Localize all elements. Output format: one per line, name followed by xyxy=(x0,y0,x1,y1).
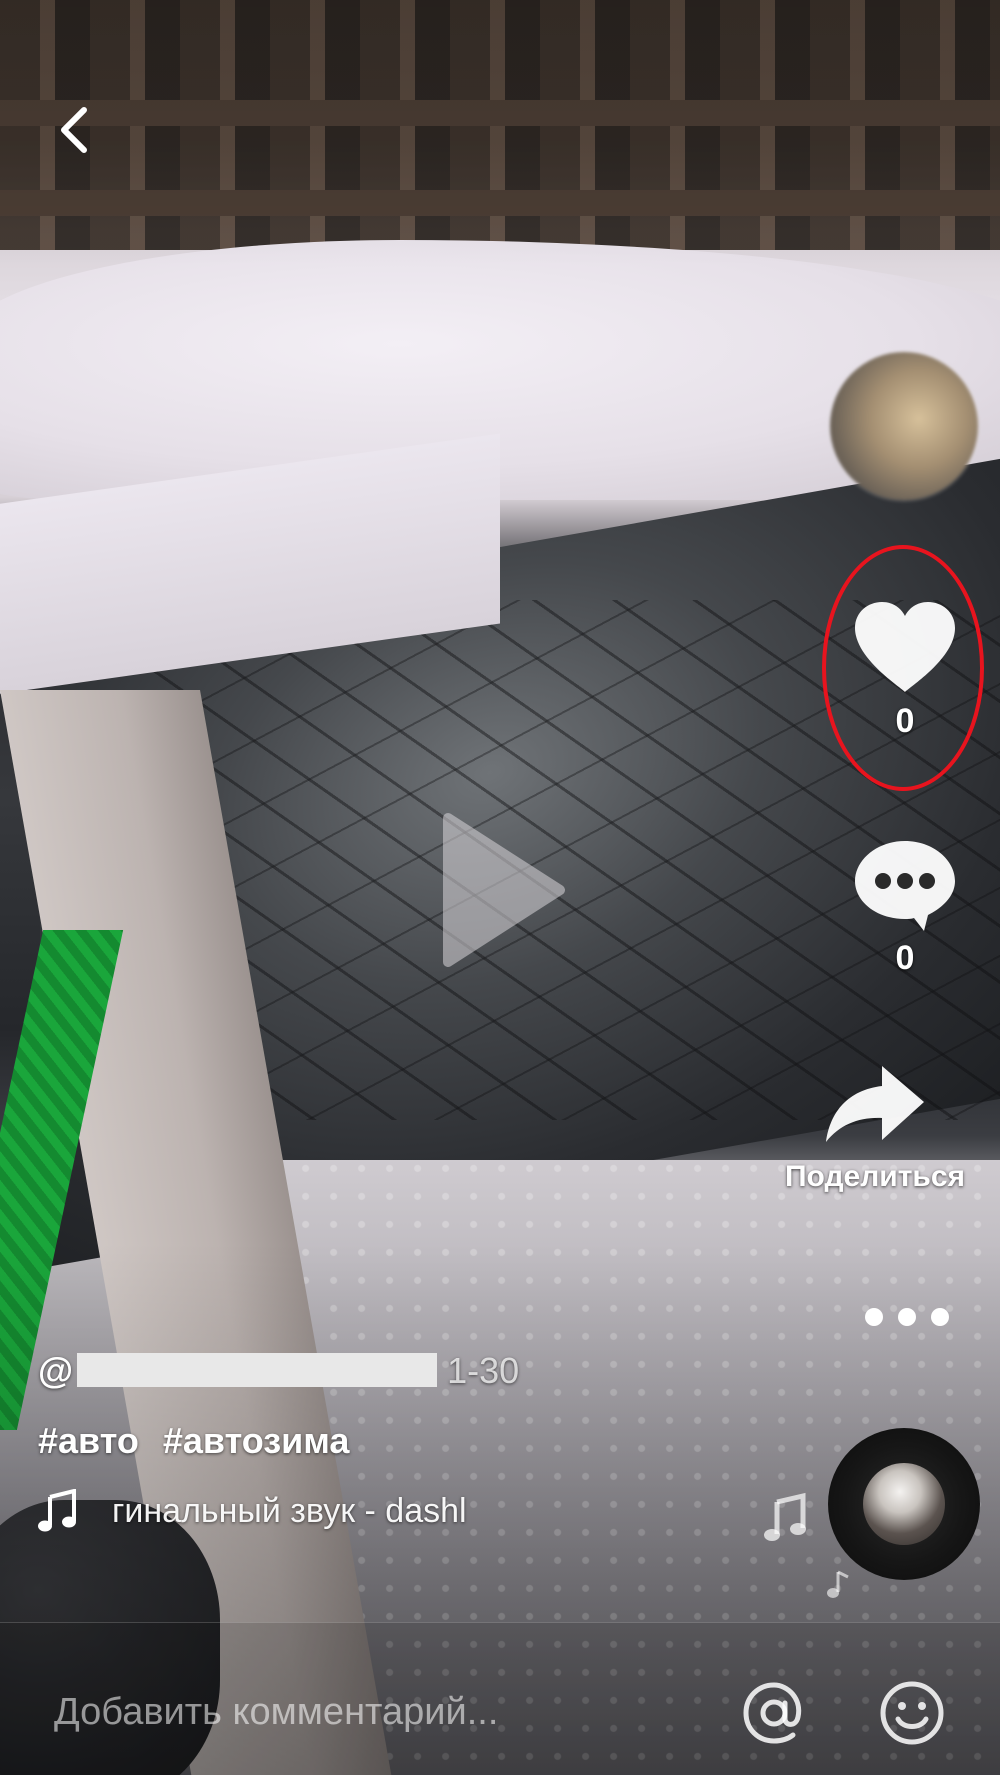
comment-bar xyxy=(0,1622,1000,1775)
avatar[interactable] xyxy=(830,352,978,500)
play-button[interactable] xyxy=(438,810,568,970)
mention-button[interactable] xyxy=(738,1677,810,1749)
music-disc-cover xyxy=(863,1463,945,1545)
comment-count: 0 xyxy=(895,939,915,977)
chevron-left-icon xyxy=(61,107,87,153)
music-note-icon xyxy=(38,1489,76,1532)
username-prefix: @ xyxy=(38,1350,74,1391)
hashtag-link[interactable]: #автозима xyxy=(163,1420,350,1461)
share-button[interactable]: Поделиться xyxy=(755,1060,995,1195)
video-caption: @1-30 #авто #автозима гинальный звук - d… xyxy=(38,1348,798,1536)
like-button[interactable]: 0 xyxy=(845,598,965,739)
post-date: 1-30 xyxy=(447,1350,520,1391)
like-count: 0 xyxy=(895,702,915,740)
at-sign-icon xyxy=(743,1682,802,1744)
hashtag-link[interactable]: #авто xyxy=(38,1420,139,1461)
share-arrow-icon xyxy=(826,1066,924,1142)
share-label: Поделиться xyxy=(784,1160,966,1193)
username-redacted xyxy=(77,1353,438,1387)
more-dots-icon xyxy=(865,1308,949,1326)
music-note-icon xyxy=(827,1570,849,1598)
play-icon xyxy=(443,813,565,967)
author-line[interactable]: @1-30 xyxy=(38,1348,798,1394)
comment-bubble-icon xyxy=(855,841,955,931)
emoji-button[interactable] xyxy=(876,1677,948,1749)
sound-title: гинальный звук - dashl xyxy=(112,1492,467,1530)
sound-link[interactable]: гинальный звук - dashl xyxy=(38,1486,798,1536)
heart-icon xyxy=(855,602,955,692)
video-screen[interactable]: 0 0 Поделиться @ 1-30 #авто #автозима ги… xyxy=(0,0,1000,1775)
back-button[interactable] xyxy=(48,100,108,160)
music-disc-button[interactable] xyxy=(828,1428,980,1580)
more-button[interactable] xyxy=(862,1305,952,1329)
comment-button[interactable]: 0 xyxy=(845,835,965,976)
comment-input[interactable] xyxy=(52,1683,616,1741)
hashtags: #авто #автозима xyxy=(38,1418,798,1464)
smiley-icon xyxy=(880,1681,944,1745)
